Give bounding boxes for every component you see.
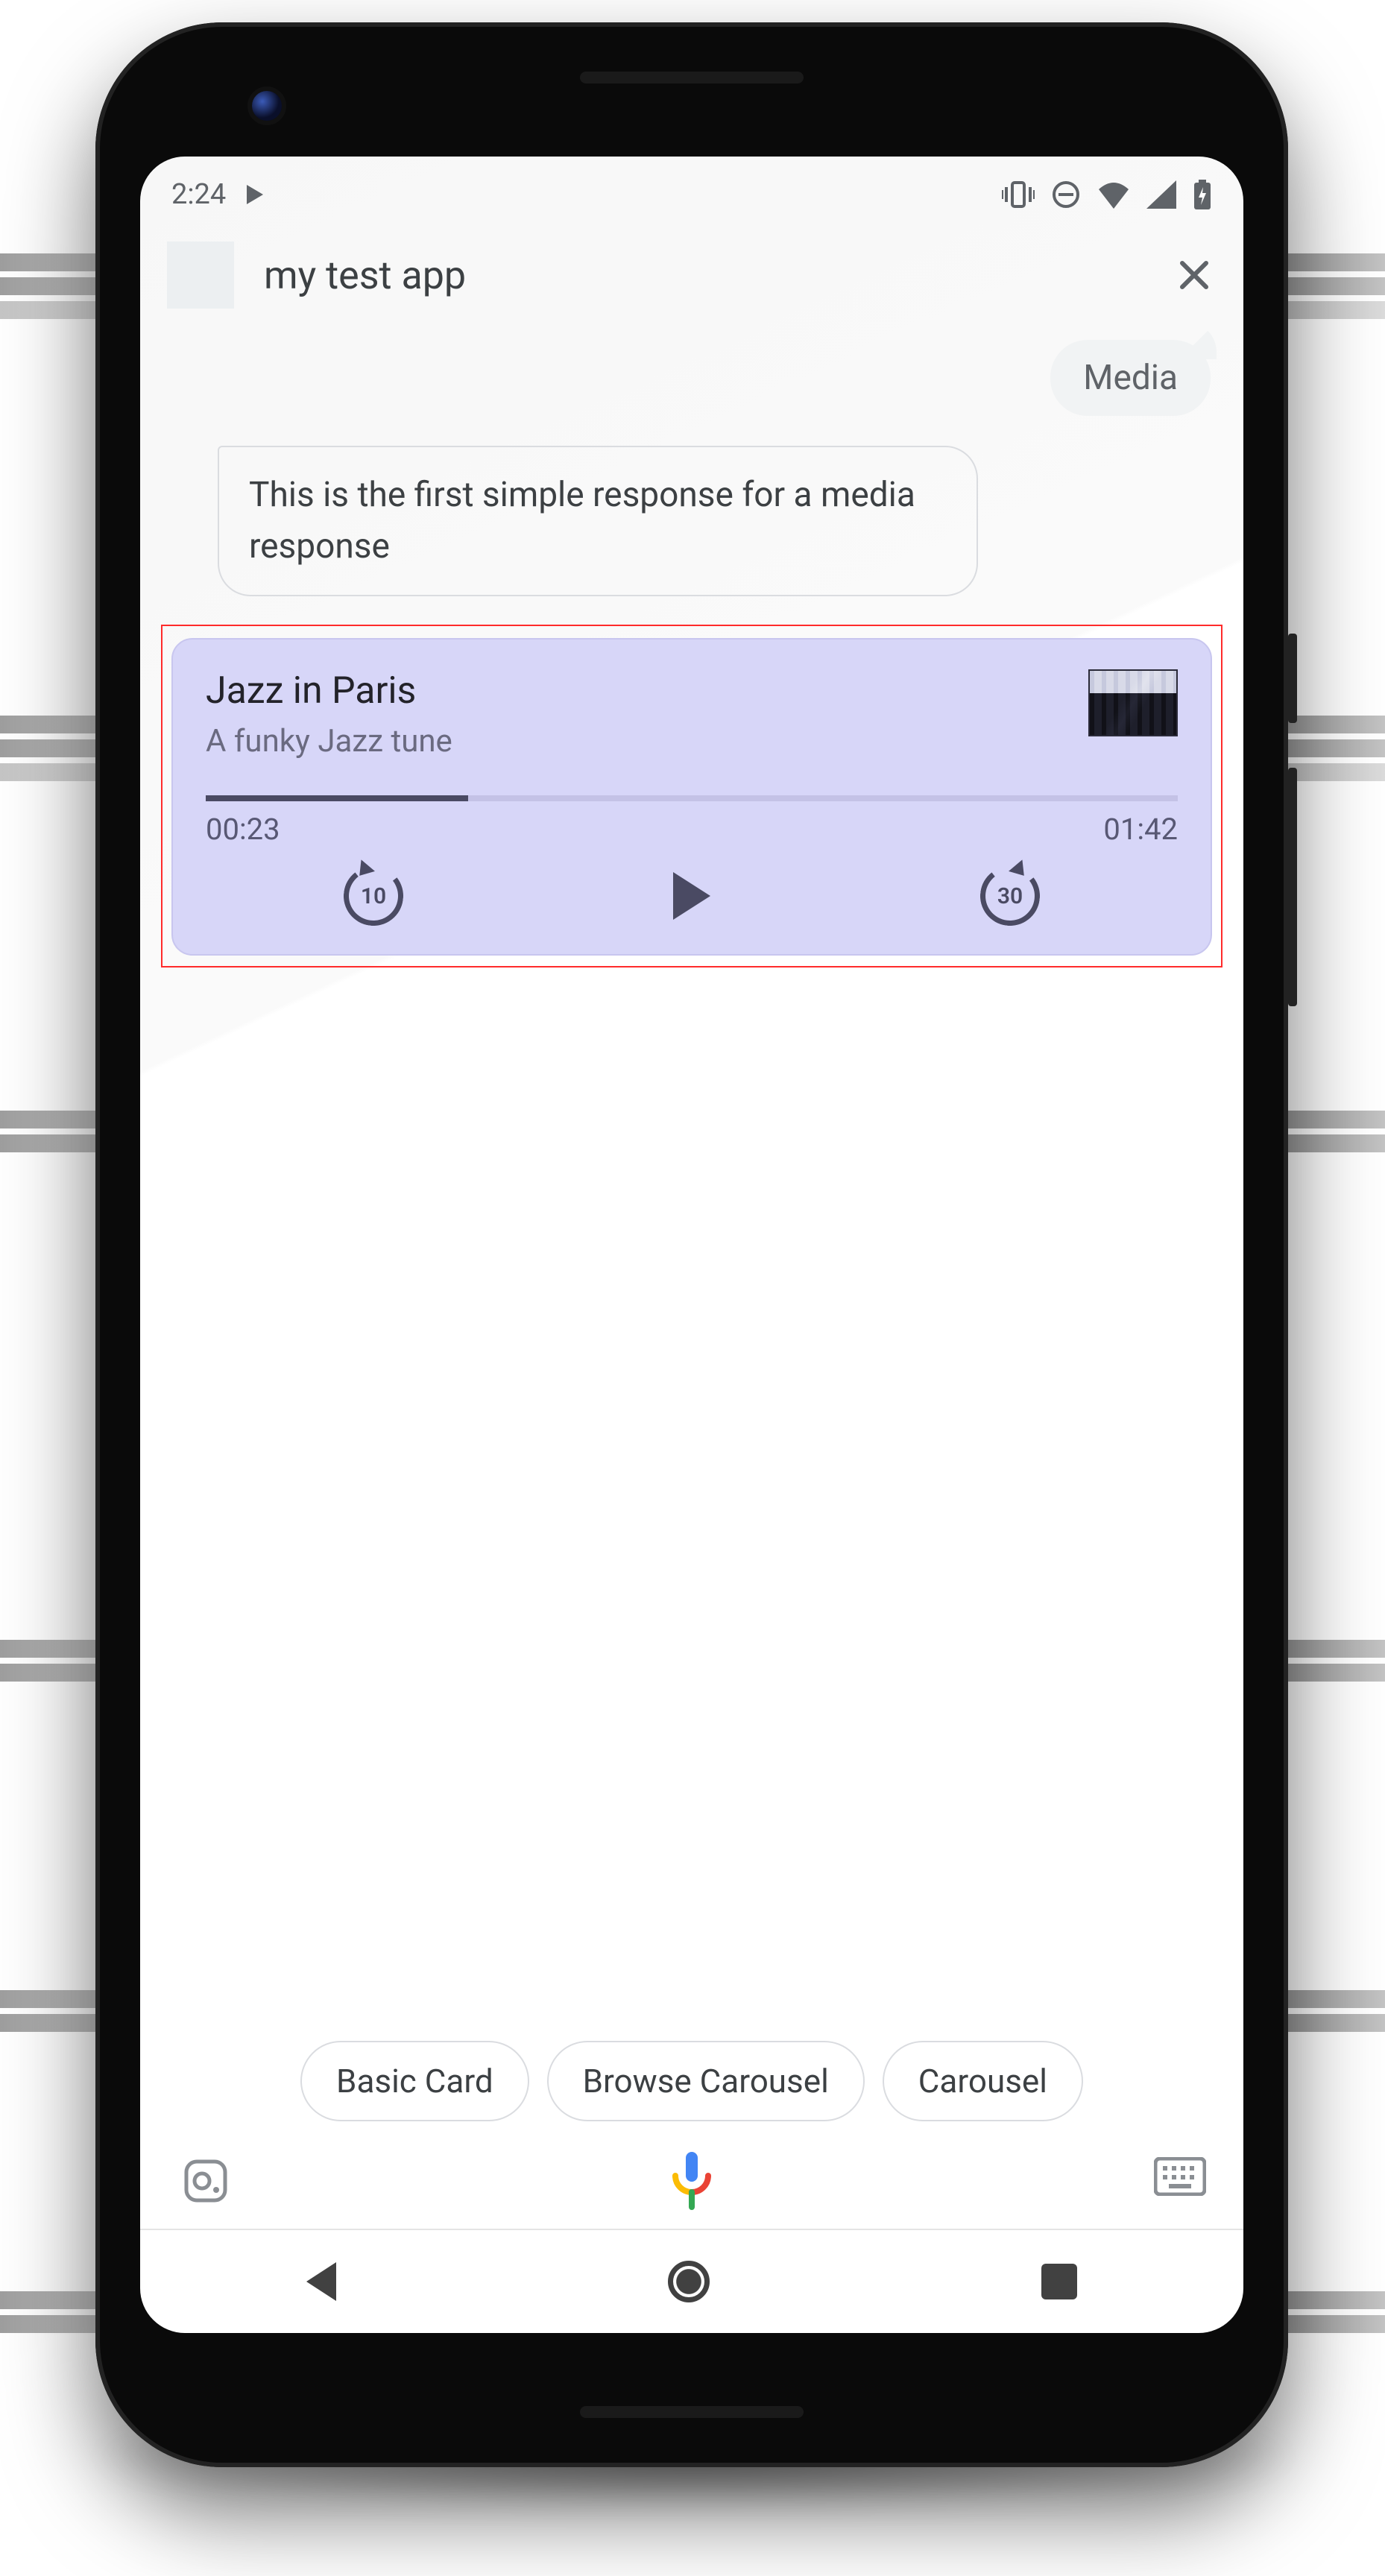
progress-track[interactable] [206,795,1178,801]
media-subtitle: A funky Jazz tune [206,723,452,760]
close-button[interactable] [1172,253,1217,297]
forward-button[interactable]: 30 [974,860,1046,932]
highlight-box: Jazz in Paris A funky Jazz tune 00:23 01… [161,625,1222,967]
close-icon [1176,257,1212,293]
chip-basic-card[interactable]: Basic Card [300,2041,529,2121]
rewind-button[interactable]: 10 [338,860,409,932]
nav-back-button[interactable] [306,2262,336,2301]
lens-button[interactable] [182,2157,230,2205]
assistant-message: This is the first simple response for a … [218,446,978,596]
app-icon-placeholder [167,242,234,309]
media-title: Jazz in Paris [206,669,452,713]
keyboard-icon [1154,2157,1206,2196]
wifi-icon [1097,180,1130,209]
phone-frame: 2:24 my test app [95,22,1288,2467]
app-title: my test app [264,253,1172,298]
lens-icon [182,2157,230,2205]
media-card: Jazz in Paris A funky Jazz tune 00:23 01… [171,638,1212,956]
forward-seconds-label: 30 [997,883,1023,909]
battery-charging-icon [1193,180,1212,209]
duration-time: 01:42 [1103,812,1178,847]
media-thumbnail [1088,669,1178,736]
android-nav-bar [140,2229,1243,2333]
app-header: my test app [140,224,1243,334]
mic-icon [665,2150,719,2212]
dnd-icon [1051,180,1081,209]
nav-recents-button[interactable] [1041,2264,1077,2299]
progress-fill [206,795,468,801]
mic-button[interactable] [665,2154,719,2208]
status-bar: 2:24 [140,157,1243,224]
nav-home-button[interactable] [668,2261,710,2302]
elapsed-time: 00:23 [206,812,280,847]
play-indicator-icon [247,185,263,204]
chip-browse-carousel[interactable]: Browse Carousel [547,2041,865,2121]
conversation: Media This is the first simple response … [140,334,1243,2029]
chip-carousel[interactable]: Carousel [883,2041,1083,2121]
user-message: Media [1050,340,1211,416]
assistant-input-bar [140,2141,1243,2229]
screen: 2:24 my test app [140,157,1243,2333]
keyboard-button[interactable] [1154,2157,1202,2205]
status-time: 2:24 [171,178,226,211]
suggestion-chips: Basic Card Browse Carousel Carousel [140,2029,1243,2141]
play-button[interactable] [673,872,710,920]
vibrate-icon [1002,180,1035,209]
signal-icon [1146,180,1176,209]
rewind-seconds-label: 10 [361,883,386,909]
